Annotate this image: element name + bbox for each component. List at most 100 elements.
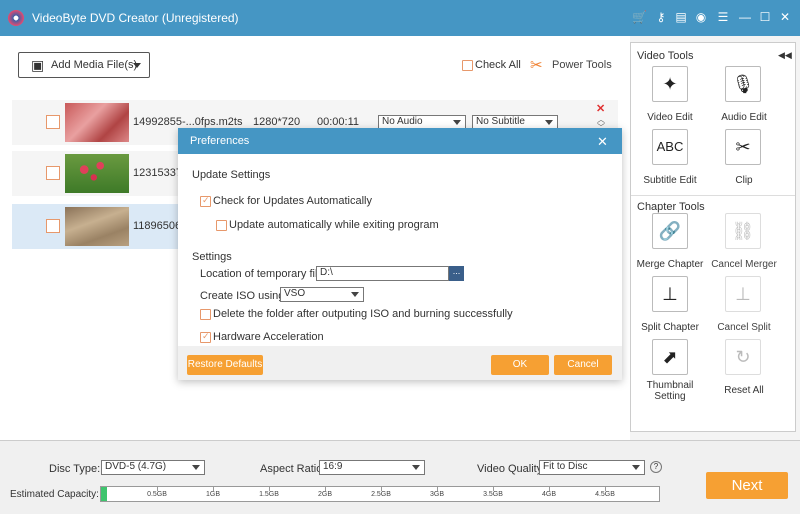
power-tools-button[interactable]: Power Tools bbox=[552, 59, 612, 71]
temp-files-input[interactable]: D:\ bbox=[316, 266, 449, 281]
thumbnail-icon[interactable]: ⬈ bbox=[652, 339, 688, 375]
row-checkbox[interactable] bbox=[46, 166, 60, 180]
audio-select[interactable]: No Audio bbox=[378, 115, 466, 129]
unlink-icon[interactable]: ⛓ bbox=[725, 213, 761, 249]
resolution: 1280*720 bbox=[253, 116, 301, 128]
chat-icon[interactable]: ◉ bbox=[694, 10, 708, 24]
capacity-tick-label: 1.5GB bbox=[259, 491, 279, 498]
subtitle-value: No Subtitle bbox=[476, 116, 525, 127]
add-media-button[interactable]: ▣ Add Media File(s) bbox=[18, 52, 150, 78]
check-icon: ✓ bbox=[202, 331, 210, 341]
reset-icon[interactable]: ↻ bbox=[725, 339, 761, 375]
chapter-tools-heading: Chapter Tools bbox=[637, 201, 705, 213]
app-logo-icon bbox=[8, 10, 24, 26]
minimize-icon[interactable]: — bbox=[738, 10, 752, 24]
chevron-down-icon bbox=[192, 465, 200, 470]
update-exit-label: Update automatically while exiting progr… bbox=[229, 219, 439, 231]
help-icon[interactable]: ? bbox=[650, 461, 662, 473]
scissors-icon[interactable]: ✂ bbox=[725, 129, 761, 165]
reset-all-label: Reset All bbox=[724, 385, 764, 396]
collapse-panel-icon[interactable]: ◀◀ bbox=[778, 50, 792, 61]
thumbnail-label-line1: Thumbnail bbox=[646, 380, 694, 391]
chevron-down-icon bbox=[453, 120, 461, 125]
aspect-ratio-select[interactable]: 16:9 bbox=[319, 460, 425, 475]
browse-button[interactable]: ... bbox=[449, 266, 464, 281]
capacity-tick-label: 1GB bbox=[205, 491, 220, 498]
delete-folder-label: Delete the folder after outputing ISO an… bbox=[213, 308, 513, 320]
window-title: VideoByte DVD Creator (Unregistered) bbox=[32, 11, 239, 25]
hw-accel-label: Hardware Acceleration bbox=[213, 331, 324, 343]
cancel-split-icon[interactable]: ⊥ bbox=[725, 276, 761, 312]
subtitle-abc-icon[interactable]: ABC bbox=[652, 129, 688, 165]
disc-type-value: DVD-5 (4.7G) bbox=[105, 461, 167, 472]
update-exit-checkbox[interactable] bbox=[216, 220, 227, 231]
video-thumbnail bbox=[65, 154, 129, 193]
capacity-fill bbox=[101, 487, 107, 501]
video-thumbnail bbox=[65, 103, 129, 142]
link-icon[interactable]: 🔗 bbox=[652, 213, 688, 249]
check-all-label: Check All bbox=[475, 59, 521, 71]
capacity-tick-label: 4.5GB bbox=[595, 491, 615, 498]
row-checkbox[interactable] bbox=[46, 115, 60, 129]
close-icon[interactable]: ✕ bbox=[778, 10, 792, 24]
dialog-header: Preferences ✕ bbox=[178, 128, 622, 154]
divider bbox=[631, 195, 795, 196]
split-icon[interactable]: ⊥ bbox=[652, 276, 688, 312]
audio-edit-label: Audio Edit bbox=[721, 112, 767, 123]
subtitle-edit-label: Subtitle Edit bbox=[643, 175, 697, 186]
check-icon: ✓ bbox=[202, 195, 210, 205]
create-iso-label: Create ISO using: bbox=[200, 290, 288, 302]
iso-value: VSO bbox=[284, 288, 306, 299]
capacity-tick-label: 2.5GB bbox=[371, 491, 391, 498]
quality-value: Fit to Disc bbox=[543, 461, 588, 472]
dialog-footer: Restore Defaults OK Cancel bbox=[178, 346, 622, 380]
video-quality-select[interactable]: Fit to Disc bbox=[539, 460, 645, 475]
dialog-close-icon[interactable]: ✕ bbox=[597, 134, 608, 150]
chevron-down-icon bbox=[412, 465, 420, 470]
iso-select[interactable]: VSO bbox=[280, 287, 364, 302]
maximize-icon[interactable]: ☐ bbox=[758, 10, 772, 24]
bottom-bar bbox=[0, 440, 800, 514]
video-quality-label: Video Quality: bbox=[477, 463, 546, 475]
clip-label: Clip bbox=[735, 175, 753, 186]
magic-wand-icon[interactable]: ✦ bbox=[652, 66, 688, 102]
disc-type-label: Disc Type: bbox=[49, 463, 101, 475]
audio-value: No Audio bbox=[382, 116, 423, 127]
duration: 00:00:11 bbox=[317, 116, 360, 128]
capacity-tick-label: 0.5GB bbox=[147, 491, 167, 498]
cancel-merger-label: Cancel Merger bbox=[711, 259, 777, 270]
row-checkbox[interactable] bbox=[46, 219, 60, 233]
check-updates-checkbox[interactable]: ✓ bbox=[200, 195, 211, 207]
add-file-icon: ▣ bbox=[31, 57, 45, 73]
subtitle-select[interactable]: No Subtitle bbox=[472, 115, 558, 129]
menu-icon[interactable]: ☰ bbox=[716, 10, 730, 24]
chevron-down-icon bbox=[632, 465, 640, 470]
merge-chapter-label: Merge Chapter bbox=[636, 259, 704, 270]
delete-folder-checkbox[interactable] bbox=[200, 309, 211, 320]
key-icon[interactable]: ⚷ bbox=[654, 10, 668, 24]
capacity-tick-label: 4GB bbox=[541, 491, 556, 498]
capacity-label: Estimated Capacity: bbox=[10, 489, 99, 500]
thumbnail-label-line2: Setting bbox=[654, 391, 686, 402]
cancel-split-label: Cancel Split bbox=[717, 322, 771, 333]
restore-defaults-button[interactable]: Restore Defaults bbox=[187, 355, 263, 375]
cart-icon[interactable]: 🛒 bbox=[632, 10, 647, 24]
capacity-tick-label: 2GB bbox=[317, 491, 332, 498]
video-thumbnail bbox=[65, 207, 129, 246]
preferences-dialog: Preferences ✕ Update Settings ✓ Check fo… bbox=[178, 128, 622, 380]
check-all-checkbox[interactable] bbox=[462, 60, 473, 71]
check-updates-label: Check for Updates Automatically bbox=[213, 195, 372, 207]
video-edit-label: Video Edit bbox=[647, 112, 693, 123]
save-icon[interactable]: ▤ bbox=[674, 10, 688, 24]
video-tools-heading: Video Tools bbox=[637, 50, 694, 62]
hw-accel-checkbox[interactable]: ✓ bbox=[200, 331, 211, 343]
next-button[interactable]: Next bbox=[706, 472, 788, 499]
aspect-ratio-label: Aspect Ratio: bbox=[260, 463, 326, 475]
capacity-bar: 0.5GB 1GB 1.5GB 2GB 2.5GB 3GB 3.5GB 4GB 4.5GB bbox=[100, 486, 660, 502]
capacity-tick-label: 3GB bbox=[429, 491, 444, 498]
cancel-button[interactable]: Cancel bbox=[554, 355, 612, 375]
ok-button[interactable]: OK bbox=[491, 355, 549, 375]
disc-type-select[interactable]: DVD-5 (4.7G) bbox=[101, 460, 205, 475]
power-tools-icon[interactable]: ✂ bbox=[530, 56, 543, 74]
microphone-icon[interactable]: 🎙 bbox=[725, 66, 761, 102]
